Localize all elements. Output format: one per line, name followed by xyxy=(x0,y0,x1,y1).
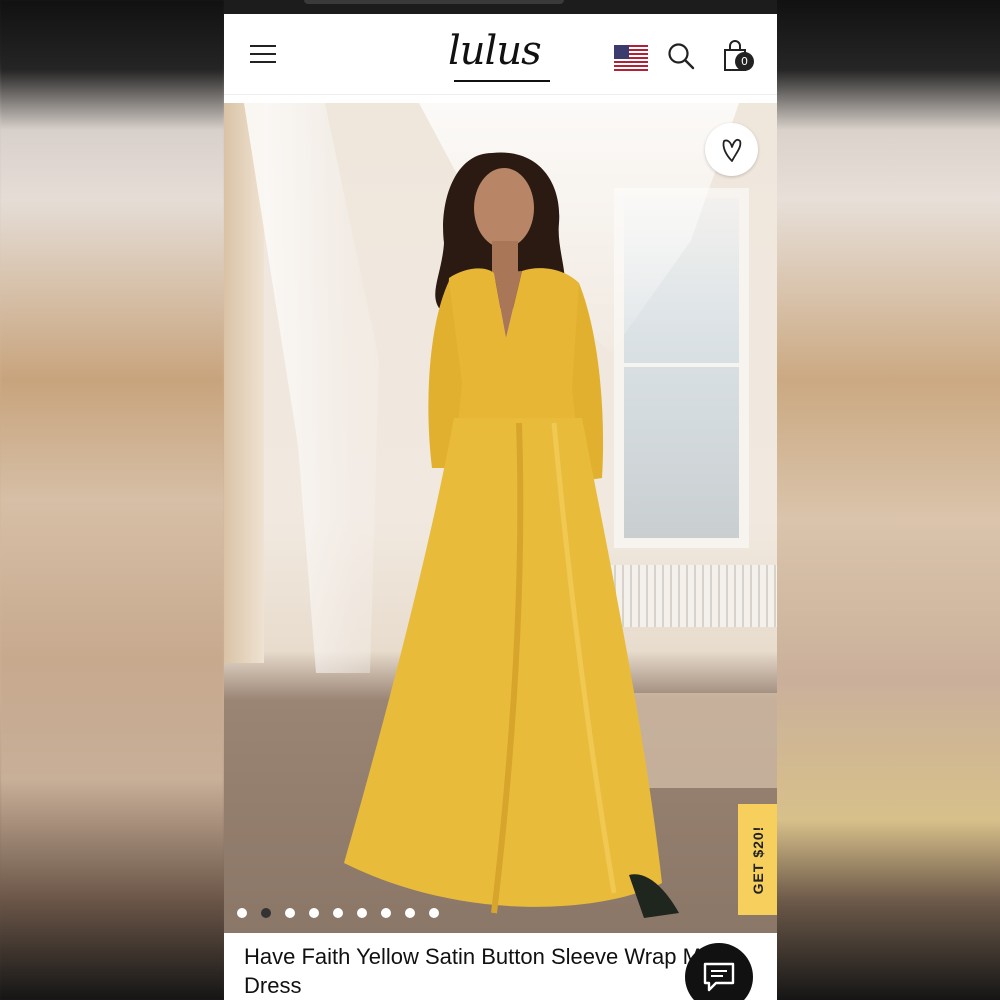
blurred-background-left xyxy=(0,0,224,1000)
carousel-dot-active[interactable] xyxy=(261,908,271,918)
logo-underline xyxy=(454,80,550,82)
cart-count-badge: 0 xyxy=(735,52,754,71)
carousel-dot[interactable] xyxy=(237,908,247,918)
get-20-promo-tab[interactable]: GET $20! xyxy=(738,804,777,915)
heart-icon xyxy=(722,138,742,162)
lulus-logo[interactable]: lulus xyxy=(448,28,542,74)
site-header: lulus 0 xyxy=(224,14,777,95)
blurred-background-right xyxy=(777,0,1000,1000)
mobile-screen: lulus 0 GET $20! Have Faith Yellow Satin… xyxy=(224,0,777,1000)
image-carousel-dots xyxy=(237,908,439,918)
product-image[interactable]: GET $20! xyxy=(224,103,777,933)
shopping-bag-icon[interactable]: 0 xyxy=(721,38,757,78)
chat-icon xyxy=(703,962,735,992)
wishlist-heart-button[interactable] xyxy=(705,123,758,176)
us-flag-icon[interactable] xyxy=(614,45,648,71)
carousel-dot[interactable] xyxy=(285,908,295,918)
carousel-dot[interactable] xyxy=(381,908,391,918)
carousel-dot[interactable] xyxy=(309,908,319,918)
carousel-dot[interactable] xyxy=(357,908,367,918)
carousel-dot[interactable] xyxy=(429,908,439,918)
model-in-yellow-dress xyxy=(344,152,679,918)
search-icon[interactable] xyxy=(667,42,695,70)
carousel-dot[interactable] xyxy=(333,908,343,918)
hamburger-icon[interactable] xyxy=(250,43,276,65)
carousel-dot[interactable] xyxy=(405,908,415,918)
status-bar xyxy=(224,0,777,14)
promo-label: GET $20! xyxy=(749,825,766,894)
